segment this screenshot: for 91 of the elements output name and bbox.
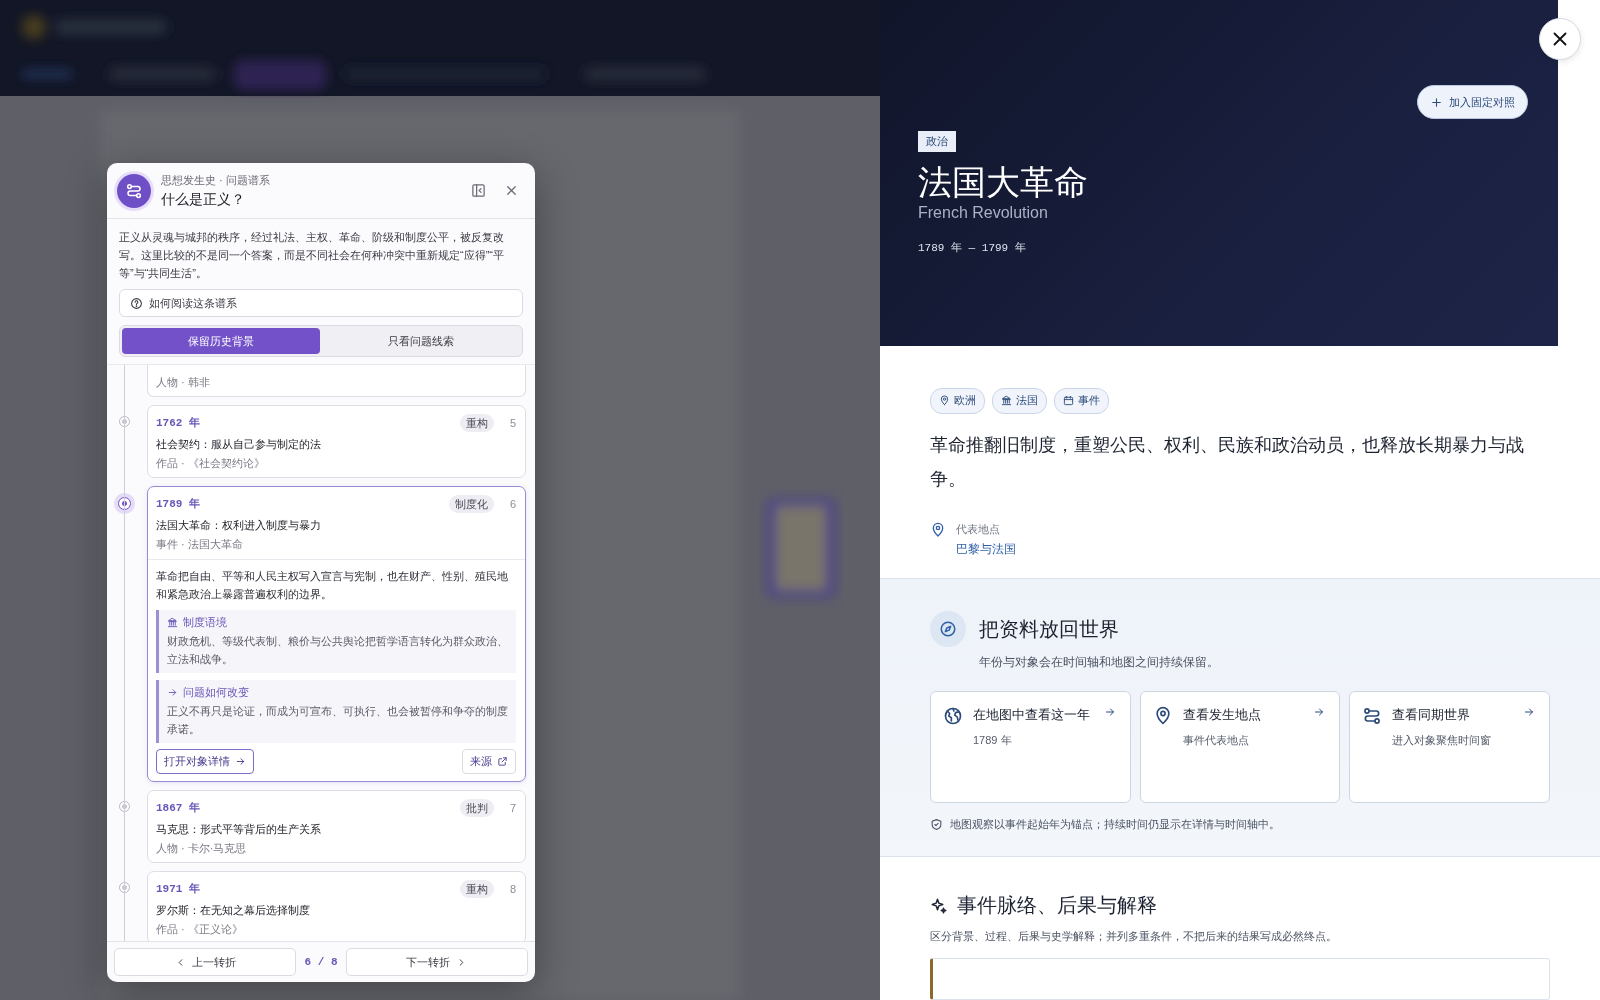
year-label: 1762 年 <box>156 416 201 430</box>
help-icon <box>130 296 143 310</box>
turn-meta: 作品 · 《社会契约论》 <box>156 456 266 470</box>
turn-number: 5 <box>508 416 516 430</box>
calendar-icon <box>1063 395 1074 407</box>
position-counter: 6 / 8 <box>304 956 338 968</box>
note-text: 正义不再只是论证，而成为可宣布、可执行、也会被暂停和争夺的制度承诺。 <box>167 704 508 737</box>
world-action-card[interactable]: 查看发生地点 事件代表地点 <box>1139 691 1341 804</box>
year-label: 1971 年 <box>156 882 201 896</box>
turn-card[interactable]: 1789 年 制度化 6 法国大革命：权利进入制度与暴力 事件 · 法国大革命 革命把自由、平等和人民主权写入宣言与宪制，也在财产、性别、殖民地和紧急政治上暴露普遍权利的边界。 制度语境 财政危机、等级代表制、粮价与公共舆论把哲学语言转化为群众政治、立法和战争。 问题如何改变 正义不再只是论证，而成为可宣布、可执行、也会被暂停和争夺的制度承诺。 打开对象详情 来源 <box>147 486 526 782</box>
panel-subtitle: 思想发生史 · 问题谱系 <box>161 172 271 188</box>
globe-icon <box>943 706 963 727</box>
note-heading: 制度语境 <box>183 615 227 630</box>
turn-meta: 作品 · 《正义论》 <box>156 922 244 936</box>
world-action-card[interactable]: 在地图中查看这一年 1789 年 <box>930 691 1131 804</box>
turn-meta: 人物 · 韩非 <box>156 375 211 389</box>
world-action-card[interactable]: 查看同期世界 进入对象聚焦时间窗 <box>1349 691 1550 804</box>
stage-tag: 批判 <box>460 799 494 817</box>
turn-meta: 事件 · 法国大革命 <box>156 537 244 551</box>
location-link[interactable]: 巴黎与法国 <box>956 540 1016 558</box>
section-title: 把资料放回世界 <box>979 616 1119 642</box>
panel-description: 正义从灵魂与城邦的秩序，经过礼法、主权、革命、阶级和制度公平，被反复改写。这里比较的不是同一个答案，而是不同社会在何种冲突中重新规定“应得”“平等”与“共同生活”。 <box>118 230 505 281</box>
open-details-button[interactable]: 打开对象详情 <box>156 749 254 774</box>
action-detail: 事件代表地点 <box>1182 733 1250 749</box>
previous-button[interactable]: 上一转折 <box>114 948 297 976</box>
turn-card[interactable]: 人物 · 韩非 <box>147 365 526 397</box>
section-subtitle: 区分背景、过程、后果与史学解释；并列多重条件，不把后来的结果写成必然终点。 <box>930 929 1338 944</box>
timeline-dot[interactable] <box>119 882 130 893</box>
tag-label: 法国 <box>1016 393 1038 409</box>
stage-tag: 制度化 <box>449 495 494 513</box>
arrow-icon <box>1313 706 1326 719</box>
shield-icon <box>930 818 943 832</box>
pin-icon <box>939 395 950 407</box>
action-detail: 进入对象聚焦时间窗 <box>1392 733 1493 749</box>
stage-tag: 重构 <box>460 880 494 898</box>
action-title: 在地图中查看这一年 <box>973 706 1091 725</box>
category-tag: 政治 <box>918 131 956 152</box>
turn-title: 罗尔斯：在无知之幕后选择制度 <box>156 903 311 917</box>
action-title: 查看同期世界 <box>1392 706 1472 725</box>
help-button[interactable]: 如何阅读这条谱系 <box>119 289 523 317</box>
turn-title: 马克思：形式平等背后的生产关系 <box>156 822 322 836</box>
turn-number: 6 <box>508 497 516 511</box>
sparkle-icon <box>930 896 948 915</box>
timeline-dot[interactable] <box>119 416 130 427</box>
note-heading: 问题如何改变 <box>183 685 249 700</box>
route-icon <box>1362 706 1383 727</box>
turn-meta: 人物 · 卡尔·马克思 <box>156 841 248 855</box>
external-link-icon <box>497 756 508 767</box>
english-title: French Revolution <box>918 204 1048 222</box>
turn-card[interactable]: 1867 年 批判 7 马克思：形式平等背后的生产关系 人物 · 卡尔·马克思 <box>147 790 526 863</box>
section-title: 事件脉络、后果与解释 <box>957 893 1157 918</box>
route-icon <box>117 173 151 208</box>
bank-icon <box>167 617 178 628</box>
event-summary: 革命推翻旧制度，重塑公民、权利、民族和政治动员，也释放长期暴力与战争。 <box>930 433 1525 491</box>
mode-tab[interactable]: 只看问题线索 <box>322 328 520 354</box>
timeline-dot[interactable] <box>119 801 130 812</box>
mode-tab[interactable]: 保留历史背景 <box>122 328 320 354</box>
section-subtitle: 年份与对象会在时间轴和地图之间持续保留。 <box>979 654 1220 672</box>
event-title: 法国大革命 <box>918 162 1088 202</box>
note-text: 财政危机、等级代表制、粮价与公共舆论把哲学语言转化为群众政治、立法和战争。 <box>167 634 508 667</box>
turn-title: 社会契约：服从自己参与制定的法 <box>156 437 322 451</box>
arrow-icon <box>1523 706 1535 719</box>
tag-label: 事件 <box>1078 393 1100 409</box>
close-icon[interactable] <box>504 183 519 198</box>
date-range: 1789 年 — 1799 年 <box>918 241 1026 255</box>
bank-icon <box>1001 395 1012 407</box>
turn-card[interactable]: 1971 年 重构 8 罗尔斯：在无知之幕后选择制度 作品 · 《正义论》 <box>147 871 526 941</box>
turn-card[interactable]: 1762 年 重构 5 社会契约：服从自己参与制定的法 作品 · 《社会契约论》 <box>147 405 526 478</box>
action-detail: 1789 年 <box>973 733 1013 749</box>
side-panel-icon[interactable] <box>471 183 486 198</box>
year-label: 1789 年 <box>156 497 201 511</box>
turn-title: 法国大革命：权利进入制度与暴力 <box>156 518 322 532</box>
panel-title: 什么是正义？ <box>161 190 246 209</box>
year-label: 1867 年 <box>156 801 201 815</box>
stage-tag: 重构 <box>460 414 494 432</box>
arrow-icon <box>1103 706 1116 719</box>
location-label: 代表地点 <box>956 521 1001 537</box>
action-title: 查看发生地点 <box>1182 706 1262 725</box>
plus-icon <box>1430 95 1443 109</box>
arrow-icon <box>235 756 246 767</box>
turn-number: 7 <box>508 801 516 815</box>
source-button[interactable]: 来源 <box>462 749 516 774</box>
turn-body: 革命把自由、平等和人民主权写入宣言与宪制，也在财产、性别、殖民地和紧急政治上暴露普遍权利的边界。 <box>156 569 509 602</box>
tag-label: 欧洲 <box>954 393 976 409</box>
next-button[interactable]: 下一转折 <box>345 948 528 976</box>
map-note: 地图观察以事件起始年为锚点；持续时间仍显示在详情与时间轴中。 <box>950 817 1280 833</box>
pin-compare-button[interactable]: 加入固定对照 <box>1417 85 1528 119</box>
pin-icon <box>930 521 946 538</box>
turn-number: 8 <box>508 882 516 896</box>
arrow-icon <box>167 687 178 698</box>
compass-icon <box>930 611 966 648</box>
